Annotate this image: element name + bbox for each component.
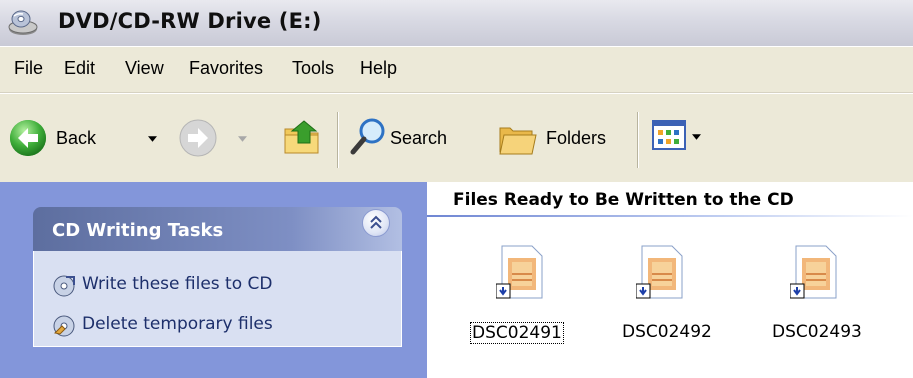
task-group-title: CD Writing Tasks	[52, 220, 224, 241]
views-icon	[652, 120, 686, 150]
cd-drive-icon	[8, 10, 38, 35]
search-label: Search	[390, 128, 448, 148]
file-item[interactable]: DSC02492	[614, 240, 734, 360]
task-write-label: Write these files to CD	[82, 274, 273, 294]
forward-arrow-icon	[179, 119, 217, 157]
files-group-header: Files Ready to Be Written to the CD	[453, 190, 794, 210]
menu-favorites[interactable]: Favorites	[189, 58, 263, 79]
menu-file[interactable]: File	[14, 58, 43, 79]
jpeg-pending-icon	[636, 245, 683, 299]
standard-toolbar: Back Search Folders	[0, 94, 913, 182]
menu-bar: File Edit View Favorites Tools Help	[0, 47, 913, 93]
back-label: Back	[56, 128, 97, 148]
file-name[interactable]: DSC02491	[470, 322, 564, 344]
window-title: DVD/CD-RW Drive (E:)	[58, 9, 322, 33]
back-arrow-icon	[10, 120, 46, 156]
header-divider	[427, 215, 913, 217]
file-item[interactable]: DSC02493	[764, 240, 884, 360]
file-item[interactable]: DSC02491	[466, 240, 586, 360]
title-bar[interactable]: DVD/CD-RW Drive (E:)	[0, 0, 913, 46]
task-write-files[interactable]: Write these files to CD	[52, 272, 352, 298]
menu-help[interactable]: Help	[360, 58, 397, 79]
task-delete-label: Delete temporary files	[82, 314, 273, 334]
cd-write-icon	[53, 275, 75, 297]
dropdown-arrow-icon[interactable]	[148, 136, 157, 142]
magnifier-icon	[350, 118, 385, 155]
file-name[interactable]: DSC02493	[772, 322, 862, 342]
task-delete-temp[interactable]: Delete temporary files	[52, 312, 352, 338]
back-button[interactable]: Back	[8, 116, 168, 160]
chevron-up-icon	[370, 215, 382, 229]
file-name[interactable]: DSC02492	[622, 322, 712, 342]
up-folder-icon[interactable]	[282, 112, 322, 158]
views-button[interactable]	[652, 118, 722, 158]
menu-edit[interactable]: Edit	[64, 58, 95, 79]
forward-dropdown-icon[interactable]	[238, 136, 247, 142]
menu-view[interactable]: View	[125, 58, 164, 79]
jpeg-pending-icon	[496, 245, 543, 299]
menu-tools[interactable]: Tools	[292, 58, 334, 79]
folders-label: Folders	[546, 128, 607, 148]
jpeg-pending-icon	[790, 245, 837, 299]
folders-icon	[499, 127, 537, 155]
toolbar-separator	[337, 112, 338, 168]
toolbar-separator	[637, 112, 638, 168]
folders-button[interactable]: Folders	[498, 116, 624, 160]
cd-delete-icon	[53, 315, 75, 337]
dropdown-arrow-icon[interactable]	[692, 134, 701, 140]
search-button[interactable]: Search	[348, 116, 473, 160]
collapse-button[interactable]	[362, 209, 390, 237]
forward-button[interactable]	[178, 116, 258, 160]
